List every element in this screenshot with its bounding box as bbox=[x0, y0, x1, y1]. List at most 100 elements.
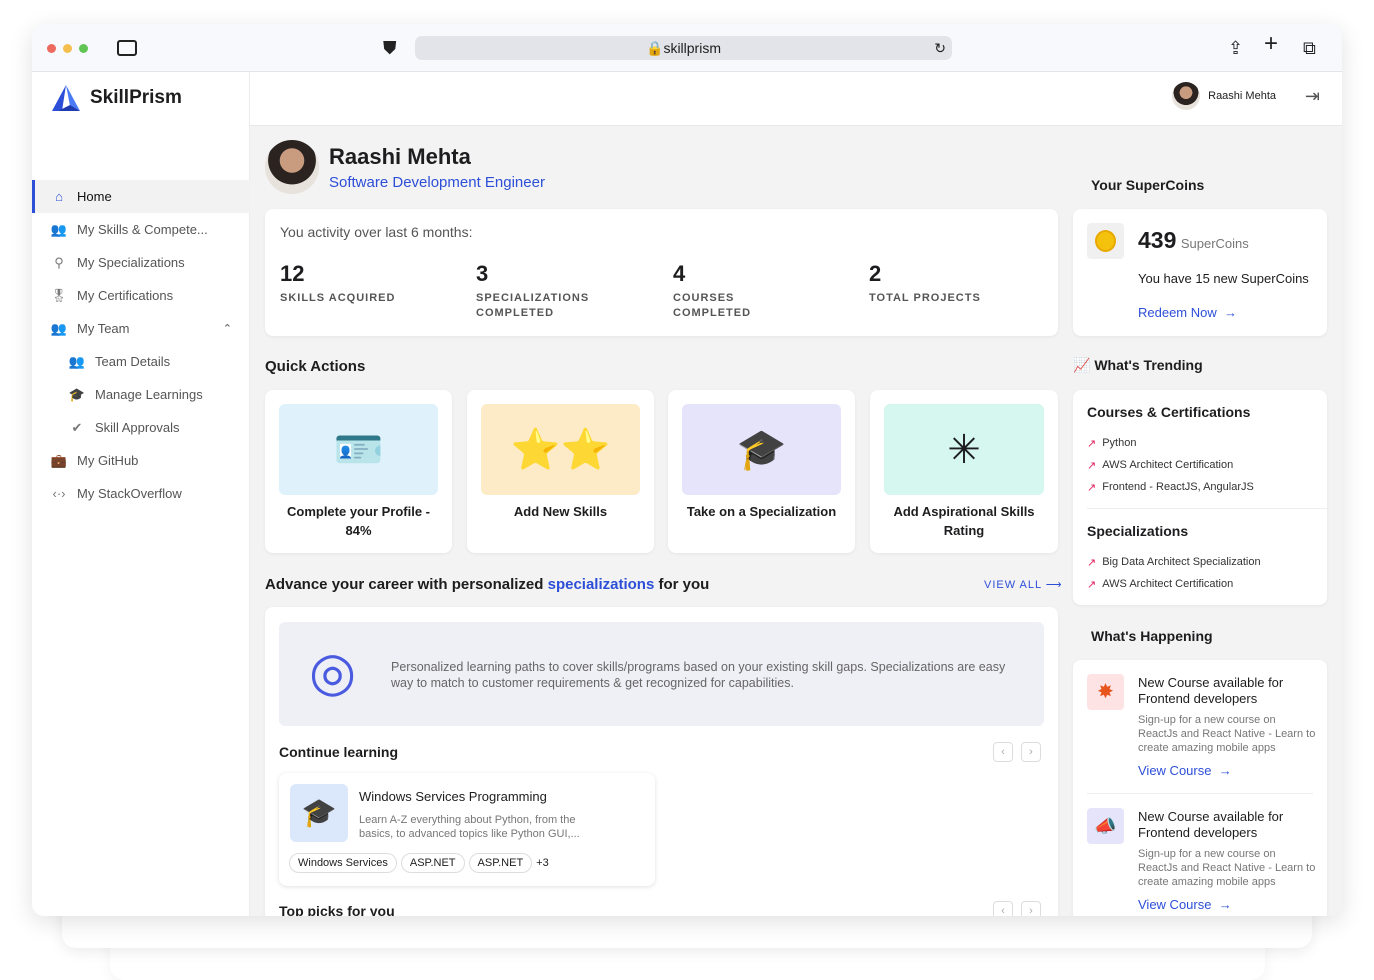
trending-title: 📈 What's Trending bbox=[1073, 357, 1203, 374]
sidebar-item-stackoverflow[interactable]: ‹·› My StackOverflow bbox=[32, 477, 250, 510]
chevron-up-icon[interactable]: ⌃ bbox=[223, 322, 232, 335]
quick-action-complete-profile[interactable]: 🪪 Complete your Profile - 84% bbox=[265, 390, 452, 553]
trending-item[interactable]: ↗ AWS Architect Certification bbox=[1087, 454, 1254, 476]
address-bar[interactable]: 🔒skillprism ↻ bbox=[415, 36, 952, 60]
nav-label: My Team bbox=[77, 321, 130, 336]
trending-item[interactable]: ↗ Python bbox=[1087, 432, 1254, 454]
advance-title: Advance your career with personalized sp… bbox=[265, 576, 709, 593]
sidebar-item-skills[interactable]: 👥 My Skills & Compete... bbox=[32, 213, 250, 246]
supercoins-unit: SuperCoins bbox=[1180, 236, 1249, 251]
user-menu[interactable]: Raashi Mehta bbox=[1172, 82, 1276, 110]
next-button[interactable]: › bbox=[1021, 742, 1041, 762]
team-details-icon: 👥 bbox=[68, 353, 86, 369]
trending-title-text: What's Trending bbox=[1094, 357, 1203, 373]
browser-toolbar: ⛊ 🔒skillprism ↻ ⇪ + ⧉ bbox=[32, 24, 1342, 72]
tabs-overview-icon[interactable]: ⧉ bbox=[1303, 38, 1316, 58]
quick-action-specialization[interactable]: 🎓 Take on a Specialization bbox=[668, 390, 855, 553]
course-tags: Windows Services ASP.NET ASP.NET +3 bbox=[289, 853, 549, 873]
minimize-window-button[interactable] bbox=[63, 44, 72, 53]
stat-label: TOTAL PROJECTS bbox=[869, 292, 981, 304]
next-button[interactable]: › bbox=[1021, 901, 1041, 916]
supercoins-card: 439 SuperCoins You have 15 new SuperCoin… bbox=[1073, 209, 1327, 336]
specializations-title: Specializations bbox=[1087, 523, 1189, 539]
trend-up-icon: ↗ bbox=[1087, 481, 1097, 494]
happening-card: ✸ New Course available for Frontend deve… bbox=[1073, 660, 1327, 916]
view-course-link[interactable]: View Course → bbox=[1138, 897, 1318, 912]
share-icon[interactable]: ⇪ bbox=[1228, 38, 1243, 58]
trending-label: Big Data Architect Specialization bbox=[1102, 556, 1261, 568]
quick-action-add-skills[interactable]: ⭐⭐ Add New Skills bbox=[467, 390, 654, 553]
tag-chip[interactable]: ASP.NET bbox=[468, 853, 533, 873]
stat-label: SPECIALIZATIONS COMPLETED bbox=[476, 292, 590, 319]
shield-icon[interactable]: ⛊ bbox=[383, 38, 397, 58]
new-tab-icon[interactable]: + bbox=[1264, 32, 1278, 56]
header-user-name: Raashi Mehta bbox=[1208, 90, 1276, 102]
banner-text: Personalized learning paths to cover ski… bbox=[391, 660, 1006, 690]
prev-button[interactable]: ‹ bbox=[993, 742, 1013, 762]
trending-item[interactable]: ↗ AWS Architect Certification bbox=[1087, 573, 1261, 595]
divider bbox=[1087, 508, 1327, 509]
trend-up-icon: ↗ bbox=[1087, 459, 1097, 472]
trending-item[interactable]: ↗ Frontend - ReactJS, AngularJS bbox=[1087, 476, 1254, 498]
trending-label: AWS Architect Certification bbox=[1102, 459, 1234, 471]
maximize-window-button[interactable] bbox=[79, 44, 88, 53]
approvals-icon: ✔ bbox=[71, 419, 83, 435]
sidebar-item-home[interactable]: ⌂ Home bbox=[32, 180, 250, 213]
tag-chip[interactable]: Windows Services bbox=[289, 853, 397, 873]
sidebar-item-team-details[interactable]: 👥 Team Details bbox=[32, 345, 250, 378]
certifications-icon: 🎖 bbox=[50, 287, 68, 303]
stat-value: 12 bbox=[280, 261, 305, 286]
sidebar-item-my-team[interactable]: 👥 My Team ⌃ bbox=[32, 312, 250, 345]
trending-label: Frontend - ReactJS, AngularJS bbox=[1102, 481, 1254, 493]
stat-label: COURSES COMPLETED bbox=[673, 292, 752, 319]
nav-label: Manage Learnings bbox=[95, 387, 203, 402]
sidebar-item-github[interactable]: 💼 My GitHub bbox=[32, 444, 250, 477]
trending-label: AWS Architect Certification bbox=[1102, 578, 1234, 590]
stat-value: 2 bbox=[869, 261, 882, 286]
course-icon: 🎓 bbox=[290, 784, 348, 842]
sidebar-item-skill-approvals[interactable]: ✔ Skill Approvals bbox=[32, 411, 250, 444]
sidebar-item-manage-learnings[interactable]: 🎓 Manage Learnings bbox=[32, 378, 250, 411]
quick-action-label: Add New Skills bbox=[513, 504, 608, 519]
specialization-banner: ◎ Personalized learning paths to cover s… bbox=[279, 622, 1044, 726]
prev-button[interactable]: ‹ bbox=[993, 901, 1013, 916]
happening-item: New Course available for Frontend develo… bbox=[1138, 675, 1318, 778]
view-all-link[interactable]: VIEW ALL ⟶ bbox=[984, 578, 1063, 591]
nav-label: My Skills & Compete... bbox=[77, 222, 208, 237]
course-card[interactable]: 🎓 Windows Services Programming Learn A-Z… bbox=[279, 773, 655, 886]
profile-name: Raashi Mehta bbox=[329, 144, 471, 169]
trend-up-icon: ↗ bbox=[1087, 578, 1097, 591]
happening-item-desc: Sign-up for a new course on ReactJs and … bbox=[1138, 848, 1316, 888]
advance-suffix: for you bbox=[654, 576, 710, 593]
tag-chip[interactable]: ASP.NET bbox=[400, 853, 465, 873]
course-description: Learn A-Z everything about Python, from … bbox=[359, 814, 580, 840]
sidebar-item-certifications[interactable]: 🎖 My Certifications bbox=[32, 279, 250, 312]
home-icon: ⌂ bbox=[55, 189, 63, 204]
avatar bbox=[1172, 82, 1201, 110]
quick-actions-title: Quick Actions bbox=[265, 358, 366, 375]
app-name: SkillPrism bbox=[90, 87, 182, 108]
top-header: Raashi Mehta ⇥ bbox=[250, 72, 1342, 126]
logout-icon[interactable]: ⇥ bbox=[1305, 86, 1320, 107]
view-course-label: View Course bbox=[1138, 897, 1212, 912]
view-course-link[interactable]: View Course → bbox=[1138, 763, 1318, 778]
learnings-icon: 🎓 bbox=[68, 386, 86, 402]
nav-label: Skill Approvals bbox=[95, 420, 180, 435]
course-title: Windows Services Programming bbox=[359, 789, 547, 804]
more-tags-count[interactable]: +3 bbox=[536, 857, 549, 869]
profile-avatar bbox=[265, 140, 319, 194]
redeem-now-link[interactable]: Redeem Now → bbox=[1138, 305, 1237, 320]
happening-title: What's Happening bbox=[1091, 628, 1213, 644]
sidebar-item-specializations[interactable]: ⚲ My Specializations bbox=[32, 246, 250, 279]
reload-icon[interactable]: ↻ bbox=[934, 36, 946, 60]
quick-action-aspirational[interactable]: ✳ Add Aspirational Skills Rating bbox=[870, 390, 1058, 553]
sidebar-toggle-icon[interactable] bbox=[117, 40, 137, 56]
profile-illustration-icon: 🪪 bbox=[279, 404, 438, 495]
stat-projects: 2 TOTAL PROJECTS bbox=[869, 261, 999, 306]
close-window-button[interactable] bbox=[47, 44, 56, 53]
trending-item[interactable]: ↗ Big Data Architect Specialization bbox=[1087, 551, 1261, 573]
app-logo[interactable]: SkillPrism bbox=[50, 84, 182, 112]
courses-certifications-title: Courses & Certifications bbox=[1087, 404, 1251, 420]
trending-label: Python bbox=[1102, 437, 1137, 449]
nav-label: My Certifications bbox=[77, 288, 174, 303]
